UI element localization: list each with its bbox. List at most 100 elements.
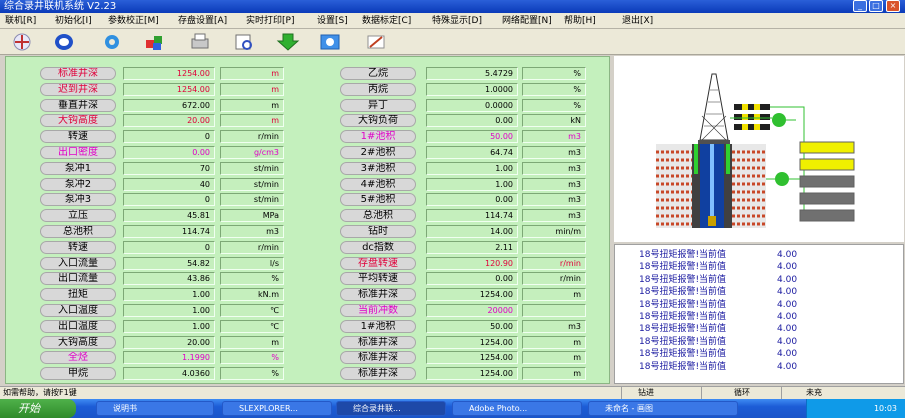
param-value: 70: [123, 162, 215, 175]
param-label: 转速: [40, 130, 116, 143]
param-label: 大钩高度: [40, 336, 116, 349]
param-value: 5.4729: [426, 67, 518, 80]
param-value: 40: [123, 178, 215, 191]
alarm-item: 18号扭矩报警!当前值: [639, 274, 727, 285]
param-label: 泵冲2: [40, 178, 116, 191]
param-value: 0.00: [123, 146, 215, 159]
param-value: 20.00: [123, 114, 215, 127]
param-unit: m3: [220, 225, 284, 238]
param-value: 1.0000: [426, 83, 518, 96]
status-rotation: 未充: [806, 388, 822, 397]
param-value: 1254.00: [123, 83, 215, 96]
start-button[interactable]: 开始: [0, 399, 76, 418]
param-value: 1254.00: [426, 288, 518, 301]
taskbar-item[interactable]: 未命名 - 画图: [588, 401, 738, 416]
param-label: 总池积: [340, 209, 416, 222]
param-unit: m3: [522, 320, 586, 333]
param-value: 14.00: [426, 225, 518, 238]
gear-icon[interactable]: [100, 32, 124, 52]
param-unit: %: [220, 351, 284, 364]
param-unit: m3: [522, 130, 586, 143]
start-label: 开始: [18, 402, 40, 415]
well-diagram: [614, 56, 904, 242]
taskbar-item[interactable]: 说明书: [96, 401, 214, 416]
param-label: 扭矩: [40, 288, 116, 301]
alarm-item: 18号扭矩报警!当前值: [639, 262, 727, 273]
param-value: 120.90: [426, 257, 518, 270]
param-unit: kN.m: [220, 288, 284, 301]
param-unit: m: [522, 288, 586, 301]
print-icon[interactable]: [188, 32, 212, 52]
menu-item[interactable]: 数据标定[C]: [362, 14, 411, 28]
taskbar-item[interactable]: Adobe Photo...: [452, 401, 582, 416]
param-unit: ℃: [220, 320, 284, 333]
param-unit: r/min: [220, 241, 284, 254]
param-value: 20000: [426, 304, 518, 317]
print-preview-icon[interactable]: [232, 32, 256, 52]
param-label: 1#池积: [340, 130, 416, 143]
menu-item[interactable]: 初始化[I]: [55, 14, 92, 28]
menu-item[interactable]: 网络配置[N]: [502, 14, 552, 28]
app-window: 综合录井联机系统 V2.23 _ □ × 联机[R] 初始化[I] 参数校正[M] 存…: [0, 0, 905, 418]
alarm-item: 18号扭矩报警!当前值: [639, 250, 727, 260]
param-label: 标准井深: [340, 367, 416, 380]
system-tray: 10:03: [806, 399, 905, 418]
menu-item[interactable]: 实时打印[P]: [246, 14, 294, 28]
menu-item[interactable]: 设置[S]: [317, 14, 348, 28]
param-label: 标准井深: [40, 67, 116, 80]
param-label: 泵冲3: [40, 193, 116, 206]
param-value: 1.00: [123, 320, 215, 333]
screen-icon[interactable]: [318, 32, 342, 52]
taskbar-item[interactable]: SLEXPLORER...: [222, 401, 332, 416]
wellbore-icon: [656, 144, 766, 228]
param-label: 甲烷: [40, 367, 116, 380]
taskbar-item[interactable]: 综合录井联...: [336, 401, 446, 416]
param-label: 钻时: [340, 225, 416, 238]
status-mode: 钻进: [622, 387, 702, 399]
connect-icon[interactable]: [10, 32, 34, 52]
param-value: 50.00: [426, 320, 518, 333]
param-value: 114.74: [426, 209, 518, 222]
param-value: 0.0000: [426, 99, 518, 112]
param-unit: r/min: [522, 272, 586, 285]
param-value: 54.82: [123, 257, 215, 270]
globe-icon[interactable]: [52, 32, 76, 52]
param-value: 114.74: [123, 225, 215, 238]
close-button[interactable]: ×: [886, 0, 900, 12]
param-unit: %: [220, 367, 284, 380]
param-value: 1.00: [123, 288, 215, 301]
param-label: 标准井深: [340, 288, 416, 301]
param-unit: m: [220, 99, 284, 112]
alarm-value: 4.00: [777, 349, 798, 360]
maximize-button[interactable]: □: [869, 0, 883, 12]
param-unit: %: [522, 83, 586, 96]
menu-item[interactable]: 特殊显示[D]: [432, 14, 482, 28]
download-arrow-icon[interactable]: [276, 32, 300, 52]
edit-icon[interactable]: [364, 32, 388, 52]
param-unit: [522, 304, 586, 317]
param-label: 垂直井深: [40, 99, 116, 112]
menu-item[interactable]: 帮助[H]: [564, 14, 596, 28]
param-unit: m: [522, 336, 586, 349]
param-label: 平均转速: [340, 272, 416, 285]
minimize-button[interactable]: _: [853, 0, 867, 12]
param-unit: g/cm3: [220, 146, 284, 159]
menu-item[interactable]: 联机[R]: [5, 14, 36, 28]
param-label: 异丁: [340, 99, 416, 112]
param-label: 出口流量: [40, 272, 116, 285]
parameter-panel: 标准井深 1254.00 m 迟到井深 1254.00 m 垂直井深 672.00 m 大钩高度 2…: [5, 56, 610, 384]
param-label: 乙烷: [340, 67, 416, 80]
menu-item[interactable]: 退出[X]: [622, 14, 653, 28]
menu-item[interactable]: 参数校正[M]: [108, 14, 159, 28]
param-label: 1#池积: [340, 320, 416, 333]
alarm-value: 4.00: [777, 299, 798, 310]
param-value: 0.00: [426, 272, 518, 285]
param-value: 1254.00: [123, 67, 215, 80]
param-value: 0.00: [426, 114, 518, 127]
cubes-icon[interactable]: [143, 32, 167, 52]
param-label: 迟到井深: [40, 83, 116, 96]
alarm-value: 4.00: [777, 312, 798, 322]
menu-item[interactable]: 存盘设置[A]: [178, 14, 227, 28]
param-label: 大钩高度: [40, 114, 116, 127]
alarm-item: 18号扭矩报警!当前值: [639, 287, 727, 298]
